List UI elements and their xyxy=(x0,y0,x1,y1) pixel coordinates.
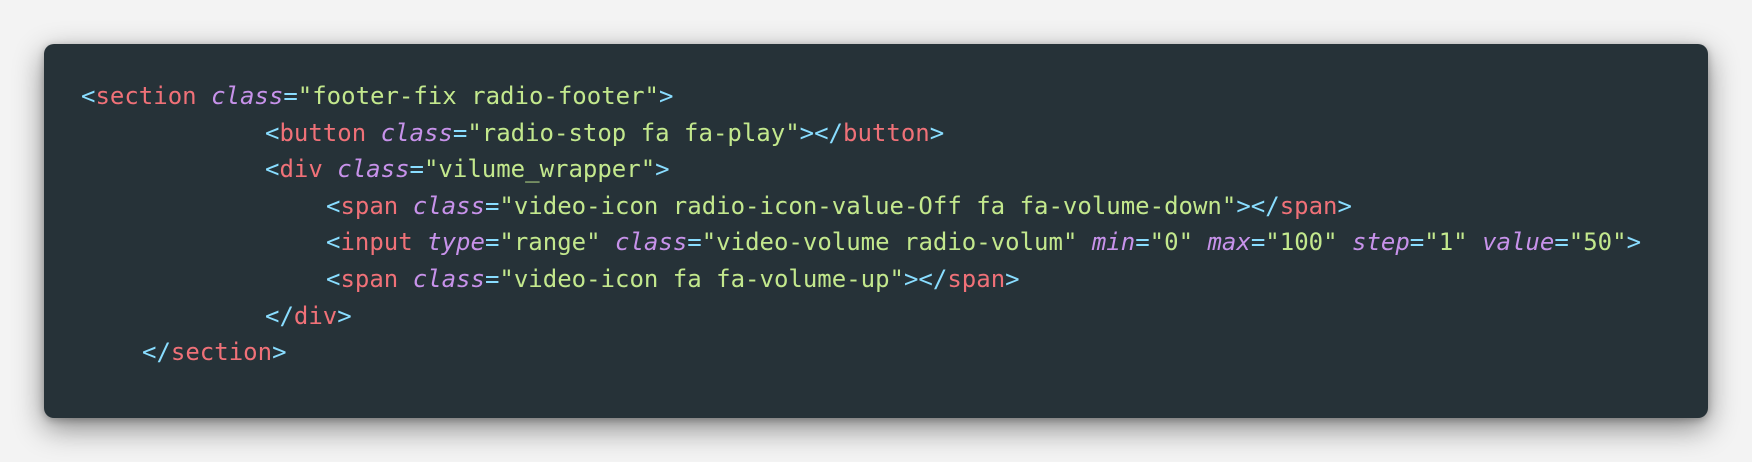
code-punctuation: < xyxy=(326,264,341,293)
code-string: "footer-fix radio-footer" xyxy=(297,82,659,110)
code-string: "0" xyxy=(1149,228,1194,257)
code-punctuation: < xyxy=(326,191,341,220)
code-equals: = xyxy=(1135,228,1150,257)
code-string: "video-volume radio-volum" xyxy=(701,228,1078,257)
code-punctuation: > xyxy=(655,155,670,184)
code-tag-name: span xyxy=(1279,191,1338,220)
code-attribute-name: class xyxy=(615,228,688,257)
code-punctuation: > xyxy=(337,301,352,330)
code-equals: = xyxy=(1250,228,1266,257)
code-equals: = xyxy=(1554,228,1569,257)
code-equals: = xyxy=(1409,228,1425,257)
code-equals: = xyxy=(452,118,468,147)
code-attribute-name: class xyxy=(211,82,284,110)
code-tag-name: div xyxy=(279,155,323,184)
code-attribute-name: class xyxy=(412,264,485,293)
code-tag-name: button xyxy=(279,118,367,147)
code-tag-name: section xyxy=(95,82,197,110)
code-tag-name: span xyxy=(340,264,399,293)
code-line-4: <span class="video-icon radio-icon-value… xyxy=(81,188,1708,225)
code-line-6: <span class="video-icon fa fa-volume-up"… xyxy=(81,261,1708,298)
code-attribute-name: step xyxy=(1352,228,1410,257)
code-string: "1" xyxy=(1424,228,1468,257)
code-punctuation: ></ xyxy=(903,264,948,293)
code-punctuation: > xyxy=(1626,228,1642,257)
code-punctuation: </ xyxy=(142,338,171,367)
code-line-8: </section> xyxy=(81,334,1708,371)
code-punctuation: ></ xyxy=(799,118,844,147)
code-punctuation: < xyxy=(81,82,96,110)
code-attribute-name: min xyxy=(1091,228,1136,257)
code-punctuation: > xyxy=(929,118,945,147)
code-attribute-name: max xyxy=(1207,228,1251,257)
code-string: "50" xyxy=(1568,228,1627,257)
code-attribute-name: class xyxy=(380,118,453,147)
code-line-2: <button class="radio-stop fa fa-play"></… xyxy=(81,115,1708,152)
code-string: "vilume_wrapper" xyxy=(423,155,656,184)
code-equals: = xyxy=(484,191,500,220)
code-string: "100" xyxy=(1265,228,1338,257)
code-tag-name: span xyxy=(340,191,399,220)
code-tag-name: section xyxy=(170,338,273,367)
code-equals: = xyxy=(409,155,424,184)
code-punctuation: < xyxy=(265,118,280,147)
code-line-5: <input type="range" class="video-volume … xyxy=(81,224,1708,261)
code-equals: = xyxy=(687,228,702,257)
code-line-3: <div class="vilume_wrapper"> xyxy=(81,151,1708,188)
code-string: "radio-stop fa fa-play" xyxy=(467,118,800,147)
code-tag-name: span xyxy=(947,264,1006,293)
code-equals: = xyxy=(484,228,500,257)
code-attribute-name: class xyxy=(412,191,485,220)
code-attribute-name: value xyxy=(1482,228,1555,257)
code-tag-name: input xyxy=(340,228,413,257)
code-string: "range" xyxy=(499,228,601,257)
code-tag-name: button xyxy=(843,118,930,147)
code-punctuation: </ xyxy=(265,301,294,330)
code-attribute-name: type xyxy=(427,228,485,257)
code-block: <section class="footer-fix radio-footer"… xyxy=(44,44,1708,418)
code-punctuation: < xyxy=(265,155,280,184)
code-punctuation: > xyxy=(1005,264,1020,293)
code-equals: = xyxy=(283,82,298,110)
code-punctuation: ></ xyxy=(1236,191,1280,220)
code-tag-name: div xyxy=(293,301,338,330)
code-attribute-name: class xyxy=(337,155,410,184)
code-punctuation: > xyxy=(272,338,287,367)
code-equals: = xyxy=(484,264,500,293)
code-punctuation: < xyxy=(326,228,341,257)
code-string: "video-icon fa fa-volume-up" xyxy=(499,264,904,293)
code-line-7: </div> xyxy=(81,298,1708,335)
code-punctuation: > xyxy=(659,82,674,110)
code-line-1: <section class="footer-fix radio-footer"… xyxy=(81,78,1708,115)
code-punctuation: > xyxy=(1337,191,1352,220)
code-string: "video-icon radio-icon-value-Off fa fa-v… xyxy=(499,191,1237,220)
